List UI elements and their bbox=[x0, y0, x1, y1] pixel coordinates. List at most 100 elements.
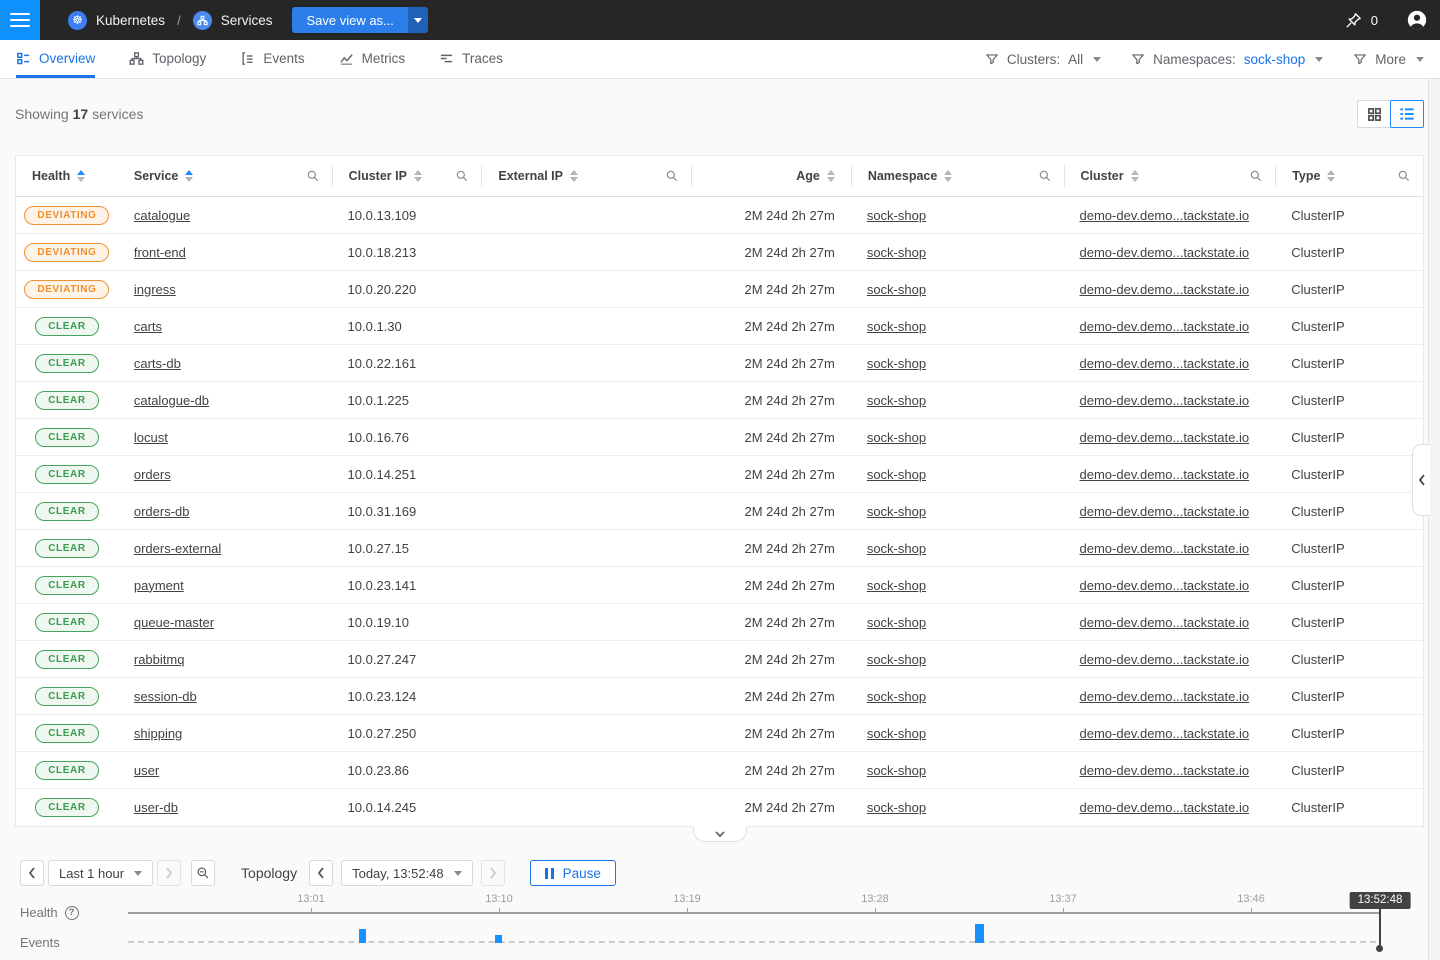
breadcrumb-kubernetes[interactable]: ☸ Kubernetes bbox=[68, 11, 165, 30]
service-link[interactable]: shipping bbox=[134, 726, 182, 741]
zoom-out-button[interactable] bbox=[191, 860, 215, 886]
table-row[interactable]: CLEAR user-db 10.0.14.245 2M 24d 2h 27m … bbox=[16, 789, 1423, 826]
namespaces-filter[interactable]: Namespaces: sock-shop bbox=[1131, 52, 1323, 67]
grid-view-button[interactable] bbox=[1357, 100, 1391, 128]
service-link[interactable]: catalogue-db bbox=[134, 393, 209, 408]
table-row[interactable]: CLEAR orders-db 10.0.31.169 2M 24d 2h 27… bbox=[16, 493, 1423, 530]
time-range-select[interactable]: Last 1 hour bbox=[48, 860, 153, 886]
breadcrumb-services[interactable]: Services bbox=[193, 11, 273, 30]
search-icon[interactable] bbox=[1038, 169, 1052, 183]
playhead-dot[interactable] bbox=[1376, 945, 1383, 952]
namespace-link[interactable]: sock-shop bbox=[867, 652, 926, 667]
event-marker[interactable] bbox=[359, 929, 366, 943]
namespace-link[interactable]: sock-shop bbox=[867, 763, 926, 778]
drawer-collapse-handle[interactable] bbox=[693, 826, 747, 842]
time-back-button[interactable] bbox=[309, 860, 333, 886]
namespace-link[interactable]: sock-shop bbox=[867, 541, 926, 556]
cluster-link[interactable]: demo-dev.demo...tackstate.io bbox=[1080, 578, 1250, 593]
table-row[interactable]: CLEAR carts-db 10.0.22.161 2M 24d 2h 27m… bbox=[16, 345, 1423, 382]
events-timeline[interactable] bbox=[128, 941, 1376, 943]
service-link[interactable]: payment bbox=[134, 578, 184, 593]
table-row[interactable]: DEVIATING ingress 10.0.20.220 2M 24d 2h … bbox=[16, 271, 1423, 308]
table-row[interactable]: CLEAR user 10.0.23.86 2M 24d 2h 27m sock… bbox=[16, 752, 1423, 789]
table-row[interactable]: CLEAR orders 10.0.14.251 2M 24d 2h 27m s… bbox=[16, 456, 1423, 493]
table-row[interactable]: CLEAR orders-external 10.0.27.15 2M 24d … bbox=[16, 530, 1423, 567]
cluster-link[interactable]: demo-dev.demo...tackstate.io bbox=[1080, 319, 1250, 334]
service-link[interactable]: locust bbox=[134, 430, 168, 445]
cluster-link[interactable]: demo-dev.demo...tackstate.io bbox=[1080, 763, 1250, 778]
cluster-link[interactable]: demo-dev.demo...tackstate.io bbox=[1080, 430, 1250, 445]
help-icon[interactable]: ? bbox=[65, 906, 79, 920]
tab-metrics[interactable]: Metrics bbox=[339, 40, 406, 78]
service-link[interactable]: user-db bbox=[134, 800, 178, 815]
playhead[interactable] bbox=[1379, 909, 1381, 948]
cluster-link[interactable]: demo-dev.demo...tackstate.io bbox=[1080, 393, 1250, 408]
sort-icon[interactable] bbox=[827, 170, 835, 182]
namespace-link[interactable]: sock-shop bbox=[867, 467, 926, 482]
service-link[interactable]: carts bbox=[134, 319, 162, 334]
time-forward-button[interactable] bbox=[481, 860, 505, 886]
pause-button[interactable]: Pause bbox=[530, 860, 616, 886]
service-link[interactable]: user bbox=[134, 763, 159, 778]
table-row[interactable]: DEVIATING front-end 10.0.18.213 2M 24d 2… bbox=[16, 234, 1423, 271]
clusters-filter[interactable]: Clusters: All bbox=[985, 52, 1101, 67]
sort-icon[interactable] bbox=[77, 170, 85, 182]
column-header-service[interactable]: Service bbox=[118, 165, 332, 187]
namespace-link[interactable]: sock-shop bbox=[867, 615, 926, 630]
user-avatar[interactable] bbox=[1406, 9, 1428, 31]
column-header-type[interactable]: Type bbox=[1275, 165, 1423, 187]
namespace-link[interactable]: sock-shop bbox=[867, 689, 926, 704]
table-row[interactable]: CLEAR rabbitmq 10.0.27.247 2M 24d 2h 27m… bbox=[16, 641, 1423, 678]
column-header-external-ip[interactable]: External IP bbox=[481, 165, 691, 187]
namespace-link[interactable]: sock-shop bbox=[867, 430, 926, 445]
search-icon[interactable] bbox=[1397, 169, 1411, 183]
service-link[interactable]: orders-external bbox=[134, 541, 221, 556]
cluster-link[interactable]: demo-dev.demo...tackstate.io bbox=[1080, 504, 1250, 519]
namespace-link[interactable]: sock-shop bbox=[867, 245, 926, 260]
tab-traces[interactable]: Traces bbox=[439, 40, 503, 78]
table-row[interactable]: DEVIATING catalogue 10.0.13.109 2M 24d 2… bbox=[16, 197, 1423, 234]
list-view-button[interactable] bbox=[1390, 100, 1424, 128]
column-header-health[interactable]: Health bbox=[16, 165, 118, 187]
sort-icon[interactable] bbox=[185, 170, 193, 182]
namespace-link[interactable]: sock-shop bbox=[867, 208, 926, 223]
table-row[interactable]: CLEAR carts 10.0.1.30 2M 24d 2h 27m sock… bbox=[16, 308, 1423, 345]
cluster-link[interactable]: demo-dev.demo...tackstate.io bbox=[1080, 467, 1250, 482]
cluster-link[interactable]: demo-dev.demo...tackstate.io bbox=[1080, 800, 1250, 815]
cluster-link[interactable]: demo-dev.demo...tackstate.io bbox=[1080, 726, 1250, 741]
event-marker[interactable] bbox=[495, 935, 502, 943]
table-row[interactable]: CLEAR locust 10.0.16.76 2M 24d 2h 27m so… bbox=[16, 419, 1423, 456]
cluster-link[interactable]: demo-dev.demo...tackstate.io bbox=[1080, 208, 1250, 223]
sort-icon[interactable] bbox=[414, 170, 422, 182]
hamburger-menu-button[interactable] bbox=[0, 0, 40, 40]
namespace-link[interactable]: sock-shop bbox=[867, 578, 926, 593]
sort-icon[interactable] bbox=[570, 170, 578, 182]
search-icon[interactable] bbox=[1249, 169, 1263, 183]
table-row[interactable]: CLEAR shipping 10.0.27.250 2M 24d 2h 27m… bbox=[16, 715, 1423, 752]
table-row[interactable]: CLEAR session-db 10.0.23.124 2M 24d 2h 2… bbox=[16, 678, 1423, 715]
service-link[interactable]: queue-master bbox=[134, 615, 214, 630]
namespace-link[interactable]: sock-shop bbox=[867, 356, 926, 371]
column-header-cluster[interactable]: Cluster bbox=[1064, 165, 1276, 187]
service-link[interactable]: catalogue bbox=[134, 208, 190, 223]
search-icon[interactable] bbox=[665, 169, 679, 183]
search-icon[interactable] bbox=[306, 169, 320, 183]
search-icon[interactable] bbox=[455, 169, 469, 183]
cluster-link[interactable]: demo-dev.demo...tackstate.io bbox=[1080, 615, 1250, 630]
namespace-link[interactable]: sock-shop bbox=[867, 282, 926, 297]
service-link[interactable]: orders bbox=[134, 467, 171, 482]
service-link[interactable]: session-db bbox=[134, 689, 197, 704]
more-filters[interactable]: More bbox=[1353, 52, 1424, 67]
event-marker[interactable] bbox=[975, 924, 984, 943]
namespace-link[interactable]: sock-shop bbox=[867, 800, 926, 815]
column-header-namespace[interactable]: Namespace bbox=[851, 165, 1064, 187]
cluster-link[interactable]: demo-dev.demo...tackstate.io bbox=[1080, 652, 1250, 667]
sort-icon[interactable] bbox=[1327, 170, 1335, 182]
namespace-link[interactable]: sock-shop bbox=[867, 504, 926, 519]
namespace-link[interactable]: sock-shop bbox=[867, 726, 926, 741]
service-link[interactable]: front-end bbox=[134, 245, 186, 260]
service-link[interactable]: ingress bbox=[134, 282, 176, 297]
column-header-age[interactable]: Age bbox=[691, 165, 851, 187]
table-row[interactable]: CLEAR catalogue-db 10.0.1.225 2M 24d 2h … bbox=[16, 382, 1423, 419]
tab-overview[interactable]: Overview bbox=[16, 40, 95, 78]
